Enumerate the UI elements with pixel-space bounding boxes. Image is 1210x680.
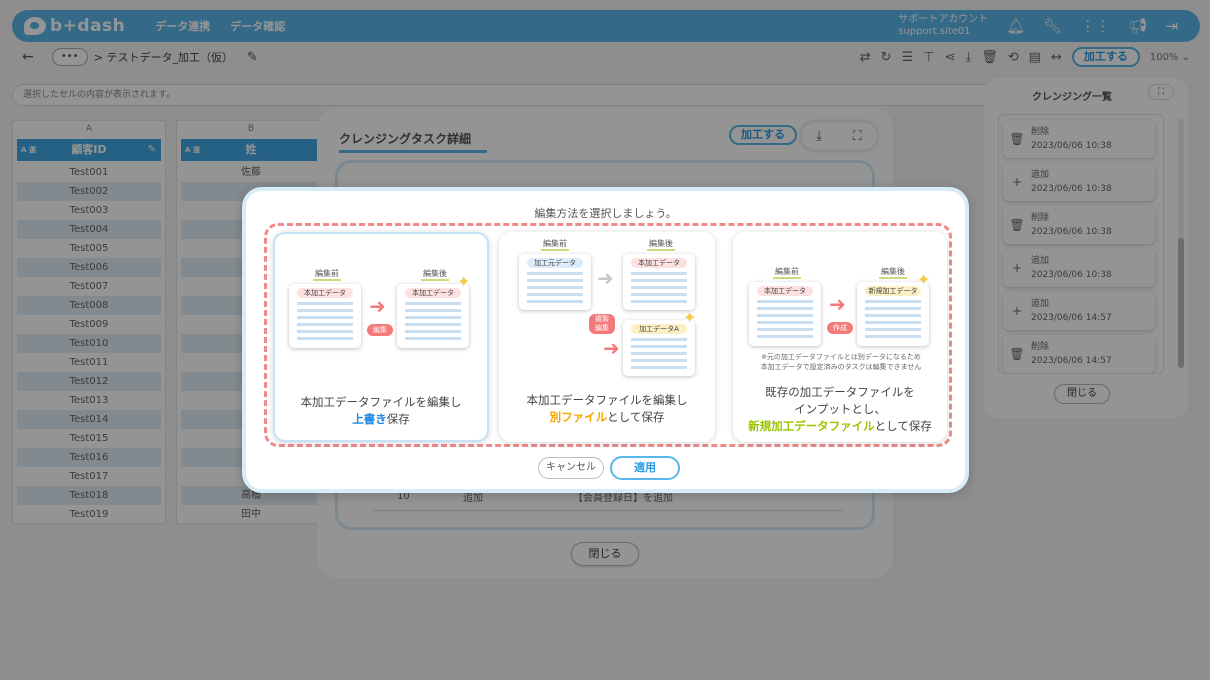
sheet-label: 新規加工データ xyxy=(865,286,921,296)
dialog-prompt: 編集方法を選択しましょう。 xyxy=(534,207,677,220)
arrow-right-icon: ➜ xyxy=(369,294,386,318)
option-line: インプットとし、 xyxy=(794,402,886,416)
cancel-button[interactable]: キャンセル xyxy=(538,457,604,479)
sparkle-icon: ✦ xyxy=(683,308,697,327)
note-line: ※元の加工データファイルとは別データになるため xyxy=(761,353,921,361)
option-highlight: 上書き xyxy=(352,412,387,426)
before-sheet: 本加工データ xyxy=(289,284,361,348)
source-sheet: 加工元データ xyxy=(519,254,591,310)
option-line: 本加工データファイルを編集し xyxy=(300,395,462,409)
apply-button[interactable]: 適用 xyxy=(610,456,680,480)
option-tail: として保存 xyxy=(607,410,665,424)
option-description: 既存の加工データファイルを インプットとし、 新規加工データファイルとして保存 xyxy=(733,384,947,435)
target-sheet: 本加工データ xyxy=(623,254,695,310)
option-tail: 保存 xyxy=(386,412,410,426)
arrow-right-icon: ➜ xyxy=(597,266,614,290)
sheet-label: 本加工データ xyxy=(405,288,461,298)
copy-edit-tag: 複製 編集 xyxy=(589,314,615,334)
sheet-label: 加工データA xyxy=(631,324,687,334)
options-frame: 編集前 編集後 本加工データ ➜ 編集 本加工データ ✦ 本加工データファイルを… xyxy=(264,223,952,447)
sheet-label: 本加工データ xyxy=(757,286,813,296)
sheet-rows xyxy=(865,300,921,342)
edit-method-dialog: 編集方法を選択しましょう。 編集前 編集後 本加工データ ➜ 編集 本加工データ… xyxy=(242,187,969,493)
sparkle-icon: ✦ xyxy=(917,270,931,289)
sheet-label: 加工元データ xyxy=(527,258,583,268)
sheet-rows xyxy=(297,302,353,344)
option-description: 本加工データファイルを編集し 別ファイルとして保存 xyxy=(499,392,715,426)
option-note: ※元の加工データファイルとは別データになるため 本加工データで設定済みのタスクは… xyxy=(751,352,931,372)
edit-tag: 編集 xyxy=(367,324,393,336)
sheet-label: 本加工データ xyxy=(297,288,353,298)
note-line: 本加工データで設定済みのタスクは編集できません xyxy=(760,363,922,371)
edit-tag-label: 編集 xyxy=(595,324,609,332)
option-line: 上書き保存 xyxy=(275,411,487,428)
option-highlight: 別ファイル xyxy=(549,410,608,424)
copy-sheet: 加工データA xyxy=(623,320,695,376)
arrow-right-icon: ➜ xyxy=(829,292,846,316)
option-description: 本加工データファイルを編集し 上書き保存 xyxy=(275,394,487,428)
option-new-file-card[interactable]: 編集前 編集後 本加工データ ➜ 作成 新規加工データ ✦ ※元の加工データファ… xyxy=(733,232,947,442)
sheet-rows xyxy=(527,272,583,306)
before-label: 編集前 xyxy=(773,266,801,279)
option-tail: として保存 xyxy=(874,419,932,433)
sheet-rows xyxy=(405,302,461,344)
after-label: 編集後 xyxy=(647,238,675,251)
before-label: 編集前 xyxy=(313,268,341,281)
after-label: 編集後 xyxy=(421,268,449,281)
sheet-label: 本加工データ xyxy=(631,258,687,268)
sheet-rows xyxy=(631,272,687,306)
create-tag: 作成 xyxy=(827,322,853,334)
before-label: 編集前 xyxy=(541,238,569,251)
after-label: 編集後 xyxy=(879,266,907,279)
copy-tag-label: 複製 xyxy=(595,315,609,323)
option-line: 別ファイルとして保存 xyxy=(499,409,715,426)
option-line: 本加工データファイルを編集し xyxy=(526,393,688,407)
sheet-rows xyxy=(757,300,813,342)
option-line: 新規加工データファイルとして保存 xyxy=(733,418,947,435)
option-separate-file-card[interactable]: 編集前 編集後 加工元データ ➜ 本加工データ 複製 編集 ➜ 加工データA ✦ … xyxy=(499,232,715,442)
sparkle-icon: ✦ xyxy=(457,272,471,291)
after-sheet: 本加工データ xyxy=(397,284,469,348)
source-sheet: 本加工データ xyxy=(749,282,821,346)
option-line: 既存の加工データファイルを xyxy=(765,385,915,399)
new-sheet: 新規加工データ xyxy=(857,282,929,346)
option-highlight: 新規加工データファイル xyxy=(748,419,875,433)
sheet-rows xyxy=(631,338,687,372)
arrow-right-icon: ➜ xyxy=(603,336,620,360)
option-overwrite-card[interactable]: 編集前 編集後 本加工データ ➜ 編集 本加工データ ✦ 本加工データファイルを… xyxy=(273,232,489,442)
